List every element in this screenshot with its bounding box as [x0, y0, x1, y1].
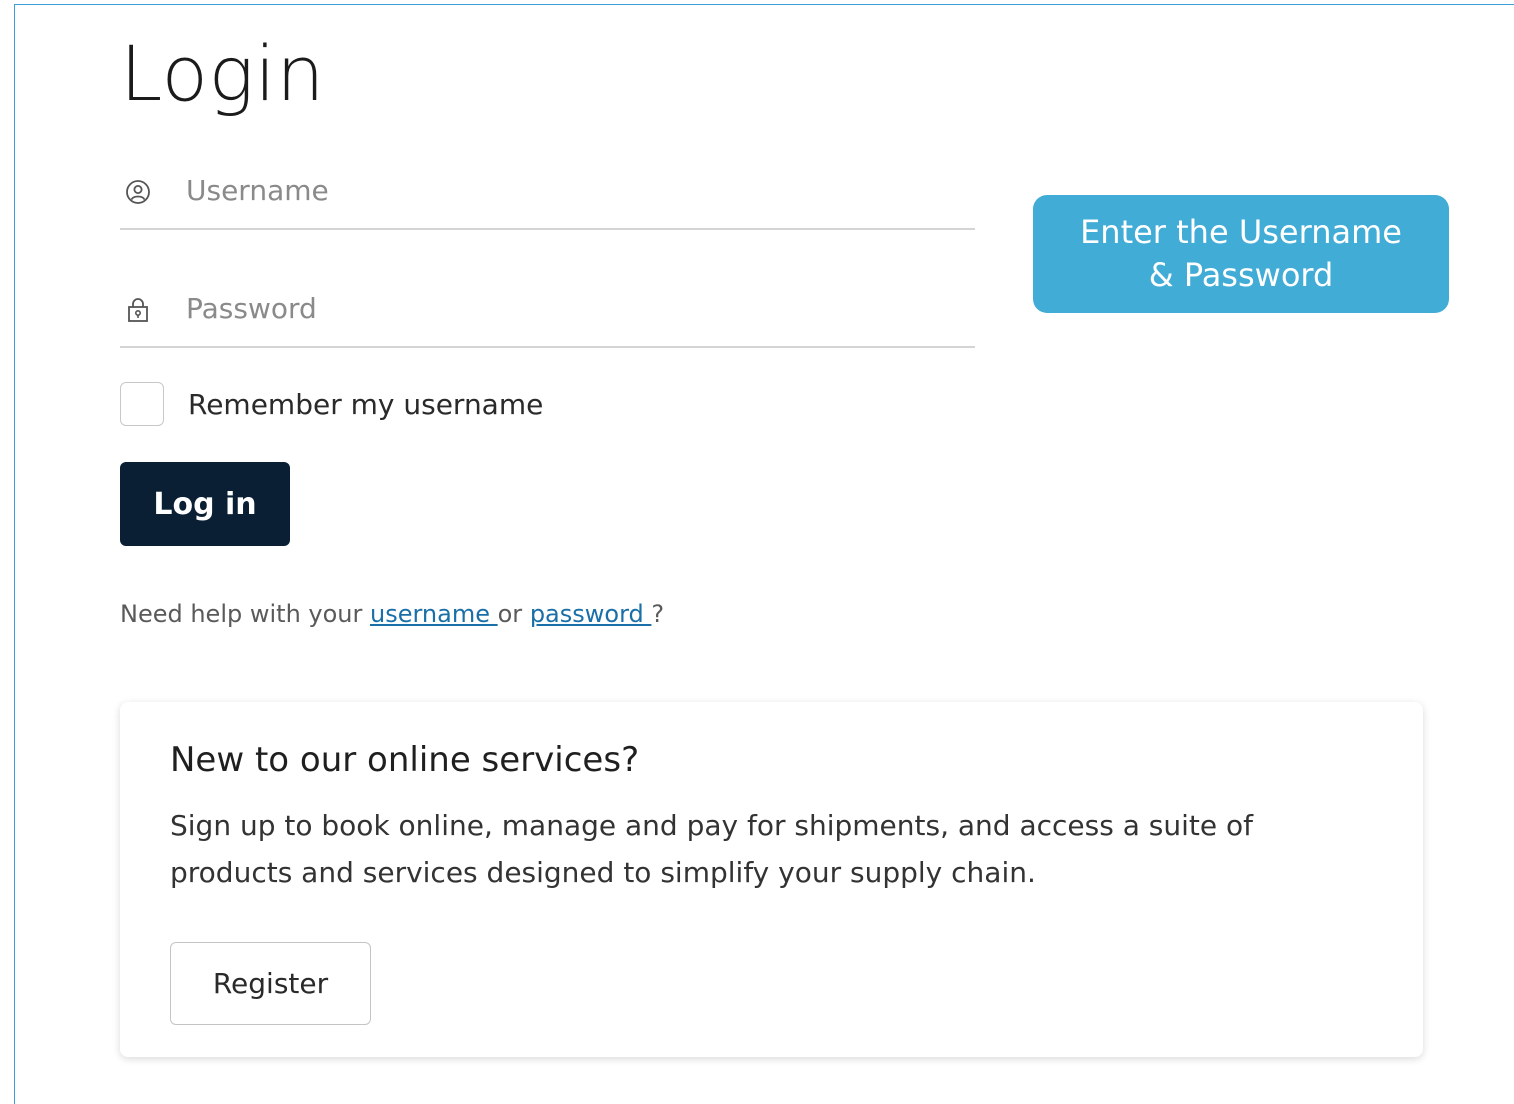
help-suffix: ?: [651, 600, 665, 628]
register-card-description: Sign up to book online, manage and pay f…: [170, 809, 1253, 889]
lock-icon: [124, 296, 152, 324]
login-button[interactable]: Log in: [120, 462, 290, 546]
password-field[interactable]: [120, 288, 975, 348]
password-input[interactable]: [186, 288, 946, 328]
user-circle-icon: [124, 178, 152, 206]
register-card: New to our online services? Sign up to b…: [120, 702, 1423, 1057]
register-card-title: New to our online services?: [170, 740, 640, 780]
remember-username-row[interactable]: Remember my username: [120, 381, 543, 427]
username-input[interactable]: [186, 170, 946, 210]
callout-line-1: Enter the Username: [1080, 212, 1402, 251]
help-text: Need help with your username or password…: [120, 600, 664, 628]
username-help-link[interactable]: username: [370, 600, 498, 628]
help-prefix: Need help with your: [120, 600, 370, 628]
callout-line-2: & Password: [1148, 256, 1334, 294]
password-help-link[interactable]: password: [530, 600, 652, 628]
remember-username-label[interactable]: Remember my username: [188, 388, 543, 421]
remember-username-checkbox[interactable]: [120, 382, 164, 426]
instruction-callout: Enter the Username & Password: [1033, 195, 1449, 313]
username-field[interactable]: [120, 170, 975, 230]
page-title: Login: [120, 29, 325, 118]
help-or: or: [497, 600, 530, 628]
register-button[interactable]: Register: [170, 942, 371, 1025]
